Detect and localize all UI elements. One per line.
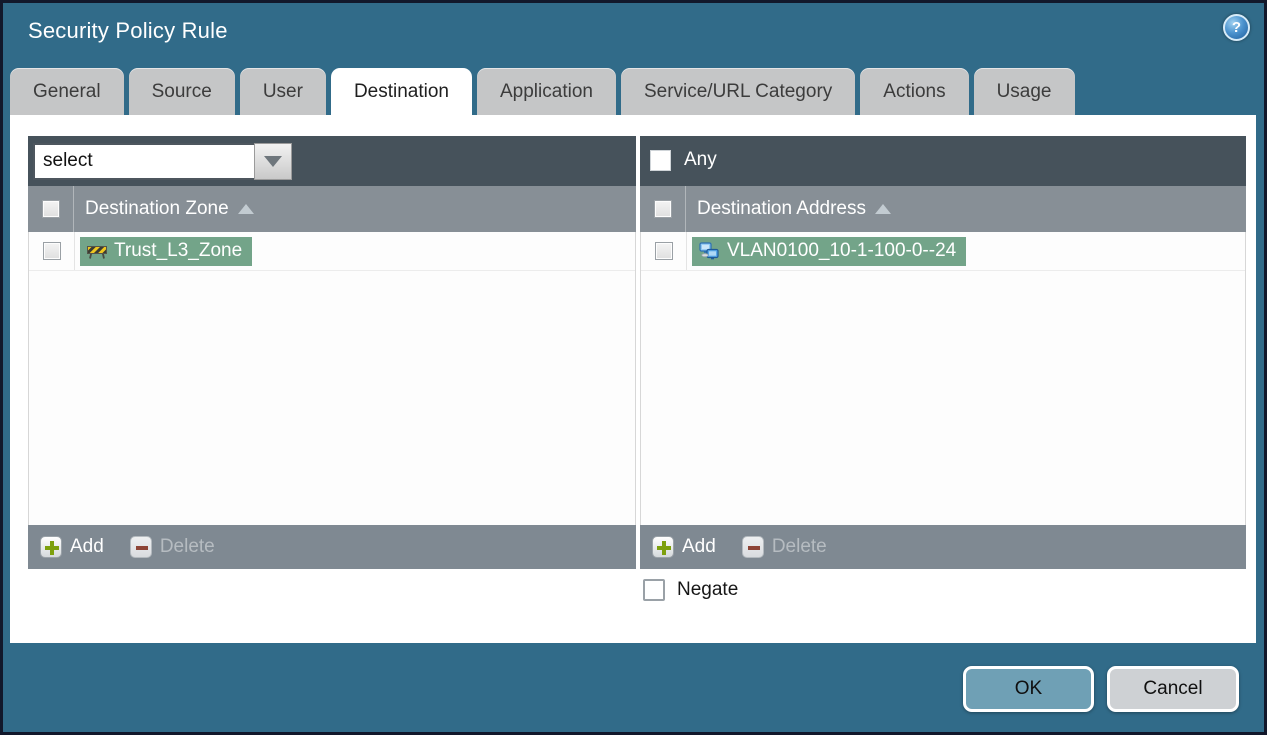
ok-button[interactable]: OK [963, 666, 1094, 712]
address-panel-toolbar: Any [640, 136, 1246, 186]
negate-checkbox[interactable] [643, 579, 665, 601]
negate-label: Negate [677, 579, 739, 600]
address-column-header[interactable]: Destination Address [697, 198, 866, 220]
zone-add-button[interactable]: Add [40, 536, 104, 558]
address-table-body: VLAN0100_10-1-100-0--24 [640, 232, 1246, 525]
chevron-down-icon [264, 156, 282, 167]
tab-bar: General Source User Destination Applicat… [10, 68, 1257, 122]
address-row-label: VLAN0100_10-1-100-0--24 [727, 239, 957, 261]
plus-icon [40, 536, 62, 558]
address-panel-footer: Add Delete [640, 525, 1246, 569]
tab-actions[interactable]: Actions [860, 68, 969, 115]
tab-usage[interactable]: Usage [973, 68, 1075, 115]
minus-icon [741, 536, 764, 558]
destination-zone-panel: select Destination Zone Trust_L3_Zone Ad… [28, 136, 636, 569]
zone-panel-toolbar: select [28, 136, 636, 186]
zone-row-item[interactable]: Trust_L3_Zone [80, 236, 253, 266]
sort-asc-icon[interactable] [237, 204, 254, 214]
address-table-header: Destination Address [640, 186, 1246, 232]
tab-source[interactable]: Source [128, 68, 235, 115]
zone-column-header[interactable]: Destination Zone [85, 198, 229, 220]
cancel-button[interactable]: Cancel [1107, 666, 1239, 712]
security-policy-rule-dialog: Security Policy Rule ? General Source Us… [3, 3, 1264, 732]
address-row-checkbox[interactable] [654, 242, 673, 260]
tab-general[interactable]: General [10, 68, 124, 115]
destination-tab-content: select Destination Zone Trust_L3_Zone Ad… [10, 115, 1256, 643]
destination-address-panel: Any Destination Address VLAN0100_10-1-10… [640, 136, 1246, 569]
table-row: VLAN0100_10-1-100-0--24 [641, 232, 1245, 271]
network-address-icon [699, 241, 720, 260]
tab-application[interactable]: Application [477, 68, 616, 115]
help-icon[interactable]: ? [1223, 14, 1250, 41]
tab-user[interactable]: User [239, 68, 326, 115]
zone-filter-select[interactable]: select [33, 143, 292, 180]
plus-icon [652, 536, 674, 558]
sort-asc-icon[interactable] [875, 204, 891, 214]
zone-filter-dropdown-button[interactable] [254, 143, 292, 180]
any-label: Any [684, 149, 717, 170]
tab-destination[interactable]: Destination [330, 68, 472, 122]
any-checkbox[interactable] [650, 149, 671, 171]
address-select-all-checkbox[interactable] [653, 200, 672, 218]
address-delete-button[interactable]: Delete [741, 536, 827, 558]
zone-row-checkbox[interactable] [42, 242, 61, 260]
dialog-title: Security Policy Rule [28, 18, 228, 43]
tab-service-url-category[interactable]: Service/URL Category [620, 68, 856, 115]
address-row-item[interactable]: VLAN0100_10-1-100-0--24 [692, 236, 967, 266]
zone-delete-button[interactable]: Delete [129, 536, 215, 558]
zone-row-label: Trust_L3_Zone [114, 239, 243, 261]
zone-panel-footer: Add Delete [28, 525, 636, 569]
zone-icon [87, 243, 107, 259]
zone-table-header: Destination Zone [28, 186, 636, 232]
zone-filter-value[interactable]: select [33, 143, 254, 180]
minus-icon [129, 536, 152, 558]
zone-table-body: Trust_L3_Zone [28, 232, 636, 525]
table-row: Trust_L3_Zone [29, 232, 635, 271]
address-add-button[interactable]: Add [652, 536, 716, 558]
zone-select-all-checkbox[interactable] [41, 200, 60, 218]
negate-option: Negate [643, 579, 738, 601]
